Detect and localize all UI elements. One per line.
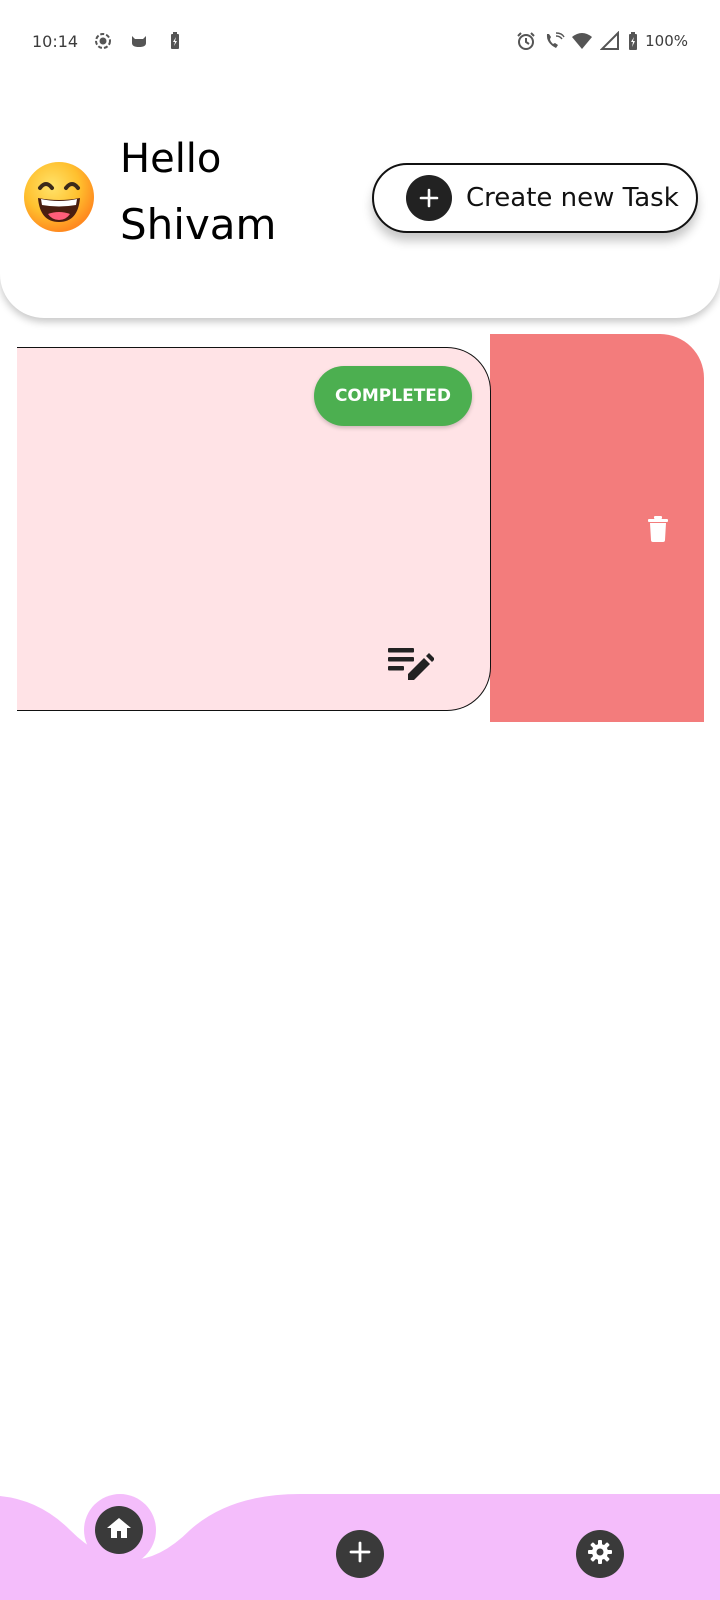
status-time: 10:14: [32, 31, 79, 51]
record-icon: [92, 30, 114, 52]
trash-icon[interactable]: [648, 516, 668, 547]
nav-settings-button[interactable]: [576, 1530, 624, 1578]
signal-icon: [599, 30, 621, 52]
status-badge[interactable]: COMPLETED: [314, 366, 472, 426]
nav-home-button[interactable]: [95, 1506, 143, 1554]
wifi-call-icon: [543, 30, 565, 52]
wifi-icon: [571, 30, 593, 52]
battery-saver-icon: [164, 30, 186, 52]
greeting-hello: Hello: [120, 136, 222, 182]
cat-icon: [128, 30, 150, 52]
create-task-button[interactable]: Create new Task: [372, 163, 698, 233]
edit-note-icon[interactable]: [386, 644, 435, 689]
greeting-username: Shivam: [120, 200, 277, 249]
create-task-label: Create new Task: [466, 183, 679, 213]
battery-icon: [627, 30, 639, 52]
delete-swipe-action[interactable]: [490, 334, 704, 722]
add-icon: [349, 1541, 371, 1568]
avatar: [22, 160, 96, 234]
home-icon: [106, 1516, 132, 1545]
settings-icon: [587, 1539, 613, 1570]
nav-add-button[interactable]: [336, 1530, 384, 1578]
battery-percentage: 100%: [645, 32, 688, 50]
plus-icon: [406, 175, 452, 221]
alarm-icon: [515, 30, 537, 52]
status-bar: 10:14 100%: [0, 0, 720, 84]
